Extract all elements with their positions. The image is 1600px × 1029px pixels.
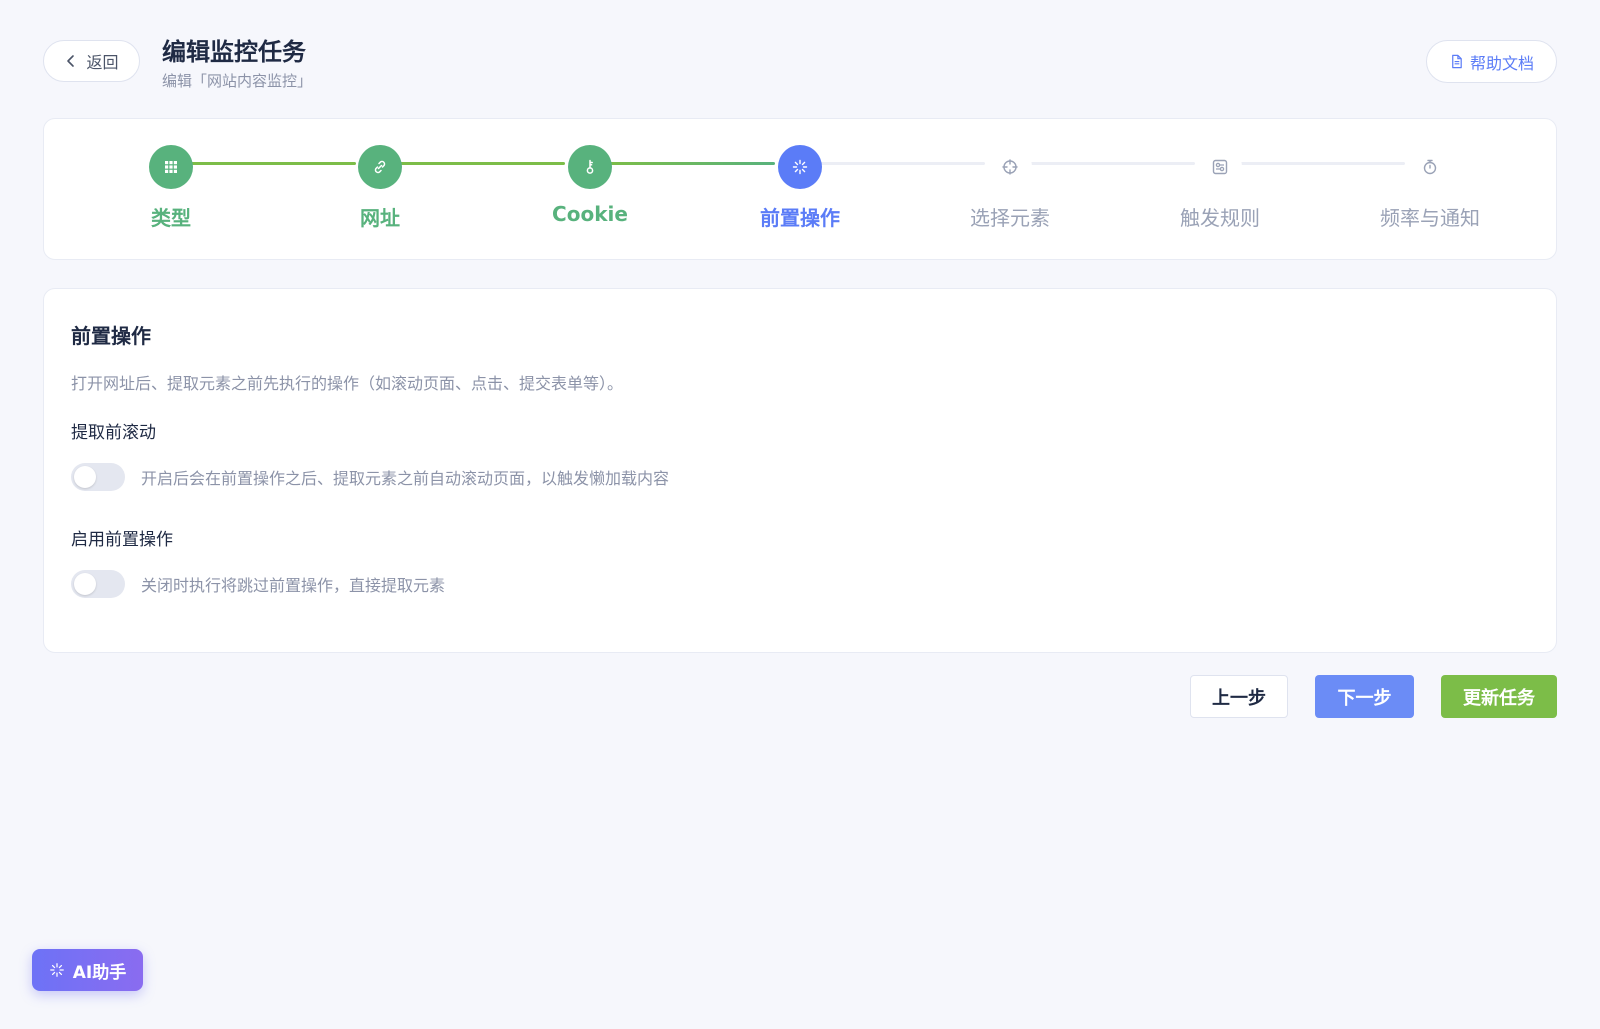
step-circle [1408,145,1452,189]
next-step-button[interactable]: 下一步 [1315,675,1414,718]
update-task-button[interactable]: 更新任务 [1441,675,1557,718]
step-label: Cookie [552,202,628,226]
document-icon [1452,54,1462,69]
scroll-before-extract-row: 开启后会在前置操作之后、提取元素之前自动滚动页面，以触发懒加载内容 [71,463,669,491]
step-circle [988,145,1032,189]
key-icon [586,159,594,174]
grid-icon [165,161,177,173]
step-trigger-rules[interactable]: 触发规则 [1140,145,1300,231]
pre-actions-panel: 前置操作 打开网址后、提取元素之前先执行的操作（如滚动页面、点击、提交表单等）。… [43,288,1557,653]
step-label: 类型 [151,206,191,230]
scroll-before-extract-toggle[interactable] [71,463,125,491]
stepper: 类型 网址 Cookie 前置操作 选择元素 触发规则 频率与通知 [43,118,1557,260]
help-label: 帮助文档 [1469,53,1534,73]
step-circle [778,145,822,189]
step-label: 网址 [360,206,400,230]
page-subtitle: 编辑「网站内容监控」 [162,72,313,90]
sparkle-icon [49,963,64,977]
step-label: 频率与通知 [1380,206,1480,230]
page: 返回 编辑监控任务 编辑「网站内容监控」 帮助文档 类型 网址 Cookie 前… [0,0,1600,1029]
crosshair-icon [1002,159,1018,175]
back-label: 返回 [86,53,119,72]
section-title: 前置操作 [71,324,151,348]
enable-pre-actions-toggle[interactable] [71,570,125,598]
help-docs-button[interactable]: 帮助文档 [1426,40,1557,83]
stopwatch-icon [1423,159,1437,175]
spinner-icon [792,159,808,175]
chevron-left-icon [67,55,75,67]
step-select-elements[interactable]: 选择元素 [930,145,1090,231]
step-url[interactable]: 网址 [300,145,460,231]
step-label: 选择元素 [970,206,1050,230]
sliders-icon [1212,159,1228,175]
step-frequency-notify[interactable]: 频率与通知 [1350,145,1510,231]
toggle-knob [74,466,96,488]
link-icon [374,160,386,174]
step-circle [1198,145,1242,189]
prev-step-button[interactable]: 上一步 [1190,675,1288,718]
scroll-before-extract-label: 提取前滚动 [71,423,156,443]
enable-pre-actions-label: 启用前置操作 [71,530,173,550]
enable-pre-actions-row: 关闭时执行将跳过前置操作，直接提取元素 [71,570,445,598]
ai-assistant-label: AI助手 [72,962,127,983]
step-label: 触发规则 [1180,206,1260,230]
enable-pre-actions-hint: 关闭时执行将跳过前置操作，直接提取元素 [141,576,446,595]
step-label: 前置操作 [760,206,840,230]
step-circle [358,145,402,189]
back-button[interactable]: 返回 [43,40,140,82]
page-title: 编辑监控任务 [162,38,306,66]
step-circle [149,145,193,189]
step-cookie[interactable]: Cookie [510,145,670,226]
toggle-knob [74,573,96,595]
step-pre-actions[interactable]: 前置操作 [720,145,880,231]
ai-assistant-button[interactable]: AI助手 [32,949,143,991]
step-circle [568,145,612,189]
scroll-before-extract-hint: 开启后会在前置操作之后、提取元素之前自动滚动页面，以触发懒加载内容 [141,469,670,488]
section-description: 打开网址后、提取元素之前先执行的操作（如滚动页面、点击、提交表单等）。 [71,374,624,393]
step-type[interactable]: 类型 [91,145,251,231]
